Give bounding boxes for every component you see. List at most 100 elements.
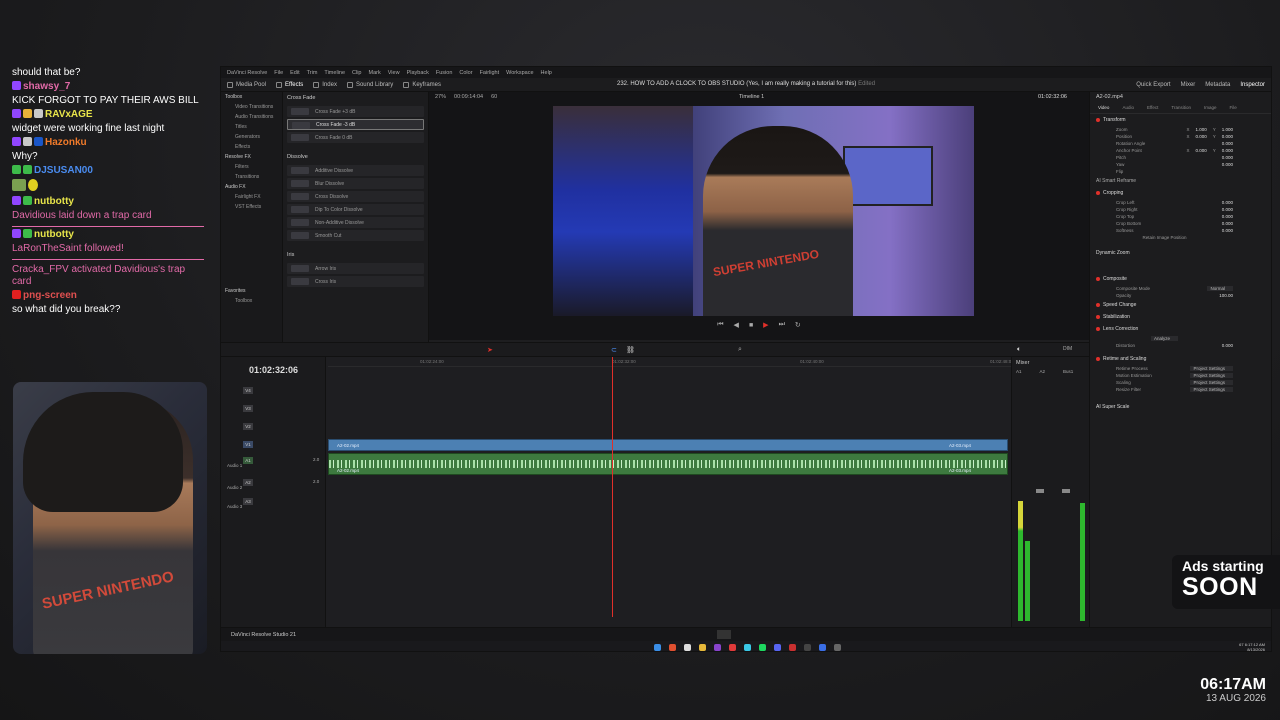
track-v4[interactable]: V4: [221, 383, 326, 397]
audio-clip[interactable]: A2-02.mp4 A2-03.mp4: [328, 453, 1008, 475]
effect-item[interactable]: Arrow Iris: [287, 263, 424, 274]
lens-correction-section[interactable]: Lens Correction: [1090, 323, 1271, 335]
effect-item[interactable]: Cross Fade 0 dB: [287, 132, 424, 143]
play-icon[interactable]: ▶: [763, 321, 768, 329]
menu-item[interactable]: File: [274, 70, 283, 76]
tree-item[interactable]: Resolve FX: [221, 152, 282, 162]
tree-item[interactable]: Video Transitions: [221, 102, 282, 112]
enabled-dot-icon[interactable]: [1096, 277, 1100, 281]
dim-button[interactable]: DIM: [1063, 346, 1072, 352]
skip-forward-icon[interactable]: ⏭: [779, 321, 785, 329]
menu-item[interactable]: Trim: [307, 70, 318, 76]
folder-icon[interactable]: [698, 643, 706, 651]
stabilization-section[interactable]: Stabilization: [1090, 311, 1271, 323]
resolve-icon[interactable]: [803, 643, 811, 651]
app-icon[interactable]: [683, 643, 691, 651]
media-pool-button[interactable]: Media Pool: [227, 81, 266, 88]
discord-icon[interactable]: [773, 643, 781, 651]
video-frame[interactable]: SUPER NINTENDO: [553, 106, 974, 316]
menu-item[interactable]: Fusion: [436, 70, 453, 76]
analyze-button[interactable]: Analyze: [1150, 336, 1178, 341]
timeline-name[interactable]: Timeline 1: [739, 94, 764, 100]
effects-button[interactable]: Effects: [276, 81, 303, 88]
resize-filter-dropdown[interactable]: Project Settings: [1190, 387, 1233, 392]
ai-super-scale-section[interactable]: AI Super Scale: [1090, 401, 1271, 413]
timeline-ruler[interactable]: 01:02:24:00 01:02:32:00 01:02:40:00 01:0…: [328, 357, 1014, 367]
inspector-button[interactable]: Inspector: [1240, 82, 1265, 88]
enabled-dot-icon[interactable]: [1096, 303, 1100, 307]
snapping-icon[interactable]: ⊂: [611, 346, 617, 354]
stop-icon[interactable]: ■: [749, 322, 753, 329]
app-icon[interactable]: [728, 643, 736, 651]
tree-item[interactable]: Audio Transitions: [221, 112, 282, 122]
metadata-button[interactable]: Metadata: [1205, 82, 1230, 88]
transform-section[interactable]: Transform: [1090, 114, 1271, 126]
scaling-dropdown[interactable]: Project Settings: [1190, 380, 1233, 385]
tab-audio[interactable]: Audio: [1122, 105, 1134, 110]
tab-file[interactable]: File: [1230, 105, 1237, 110]
effect-item[interactable]: Dip To Color Dissolve: [287, 204, 424, 215]
tree-item[interactable]: Toolbox: [221, 296, 282, 306]
smart-reframe-section[interactable]: AI Smart Reframe: [1090, 175, 1271, 187]
menu-item[interactable]: Playback: [407, 70, 429, 76]
composite-section[interactable]: Composite: [1090, 273, 1271, 285]
edit-page-icon[interactable]: [717, 630, 731, 639]
tab-transition[interactable]: Transition: [1171, 105, 1191, 110]
menu-item[interactable]: Color: [459, 70, 472, 76]
app-icon[interactable]: [818, 643, 826, 651]
enabled-dot-icon[interactable]: [1096, 191, 1100, 195]
effect-item[interactable]: Smooth Cut: [287, 230, 424, 241]
zoom-level[interactable]: 27%: [435, 94, 446, 100]
tree-item[interactable]: Transitions: [221, 172, 282, 182]
menu-item[interactable]: Help: [541, 70, 552, 76]
app-icon[interactable]: [713, 643, 721, 651]
volume-icon[interactable]: 🔈︎: [1017, 346, 1021, 354]
mixer-button[interactable]: Mixer: [1181, 82, 1196, 88]
sound-library-button[interactable]: Sound Library: [346, 81, 393, 88]
tree-item[interactable]: Favorites: [221, 286, 282, 296]
link-icon[interactable]: ⛓: [626, 346, 635, 354]
start-icon[interactable]: [653, 643, 661, 651]
menu-item[interactable]: Clip: [352, 70, 361, 76]
app-icon[interactable]: [833, 643, 841, 651]
tree-item[interactable]: Effects: [221, 142, 282, 152]
cropping-section[interactable]: Cropping: [1090, 187, 1271, 199]
tree-item[interactable]: Generators: [221, 132, 282, 142]
loop-icon[interactable]: ↻: [795, 321, 801, 329]
menu-item[interactable]: Fairlight: [480, 70, 500, 76]
zoom-icon[interactable]: ⌕: [738, 346, 742, 354]
video-clip[interactable]: A2-02.mp4 A2-03.mp4: [328, 439, 1008, 451]
retain-image-position[interactable]: Retain Image Position: [1090, 234, 1271, 241]
tree-item[interactable]: Audio FX: [221, 182, 282, 192]
track-v3[interactable]: V3: [221, 401, 326, 415]
enabled-dot-icon[interactable]: [1096, 118, 1100, 122]
quick-export-button[interactable]: Quick Export: [1136, 82, 1170, 88]
track-a2[interactable]: A2 Audio 2 2.0: [221, 475, 326, 493]
tab-image[interactable]: Image: [1204, 105, 1217, 110]
fader-handle[interactable]: [1062, 489, 1070, 493]
retime-section[interactable]: Retime and Scaling: [1090, 353, 1271, 365]
track-v1[interactable]: V1: [221, 437, 326, 451]
tree-item[interactable]: Toolbox: [221, 92, 282, 102]
menu-item[interactable]: Timeline: [324, 70, 345, 76]
composite-mode-dropdown[interactable]: Normal: [1207, 286, 1233, 291]
retime-process-dropdown[interactable]: Project Settings: [1190, 366, 1233, 371]
index-button[interactable]: Index: [313, 81, 337, 88]
tab-effect[interactable]: Effect: [1147, 105, 1158, 110]
track-a1[interactable]: A1 Audio 1 2.0: [221, 453, 326, 475]
effect-item[interactable]: Cross Dissolve: [287, 191, 424, 202]
effect-item[interactable]: Blur Dissolve: [287, 178, 424, 189]
dynamic-zoom-section[interactable]: Dynamic Zoom: [1090, 247, 1271, 259]
play-reverse-icon[interactable]: ◀: [734, 321, 739, 329]
menu-item[interactable]: View: [388, 70, 400, 76]
menu-item[interactable]: Mark: [369, 70, 381, 76]
fader-handle[interactable]: [1036, 489, 1044, 493]
menu-item[interactable]: Workspace: [506, 70, 533, 76]
effect-item[interactable]: Additive Dissolve: [287, 165, 424, 176]
tree-item[interactable]: VST Effects: [221, 202, 282, 212]
tree-item[interactable]: Fairlight FX: [221, 192, 282, 202]
speed-change-section[interactable]: Speed Change: [1090, 299, 1271, 311]
effect-item-selected[interactable]: Cross Fade -3 dB: [287, 119, 424, 130]
tab-video[interactable]: Video: [1098, 105, 1109, 110]
app-icon[interactable]: [668, 643, 676, 651]
